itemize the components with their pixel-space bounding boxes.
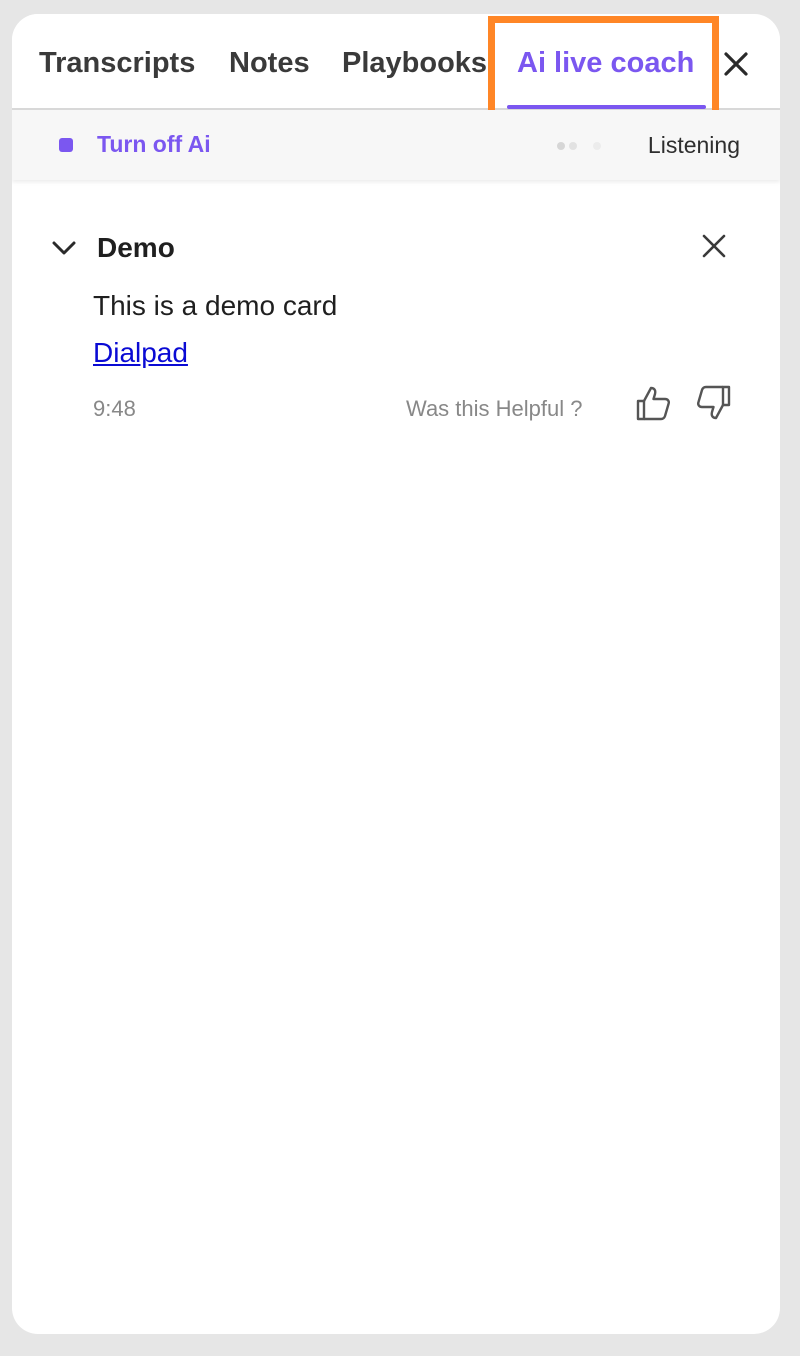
ai-coach-panel: Transcripts Notes Playbooks Ai live coac… — [12, 14, 780, 1334]
chevron-down-icon[interactable] — [50, 234, 78, 262]
tab-transcripts[interactable]: Transcripts — [39, 46, 195, 80]
highlight-box — [488, 16, 719, 118]
listening-dots-icon — [557, 142, 607, 152]
card-body-text: This is a demo card — [93, 290, 338, 321]
thumbs-up-icon[interactable] — [635, 384, 671, 422]
feedback-prompt: Was this Helpful ? — [406, 396, 583, 421]
tab-notes[interactable]: Notes — [229, 46, 310, 80]
stop-icon[interactable] — [59, 138, 73, 152]
card-title: Demo — [97, 232, 175, 263]
card-timestamp: 9:48 — [93, 396, 136, 421]
thumbs-down-icon[interactable] — [696, 384, 732, 422]
tab-bar: Transcripts Notes Playbooks Ai live coac… — [12, 14, 780, 118]
tab-playbooks[interactable]: Playbooks — [342, 46, 487, 80]
card-link[interactable]: Dialpad — [93, 336, 188, 370]
turn-off-ai-button[interactable]: Turn off Ai — [97, 130, 211, 158]
ai-status-bar: Turn off Ai Listening — [12, 110, 780, 180]
close-icon[interactable] — [702, 234, 726, 258]
listening-status: Listening — [647, 132, 740, 158]
close-icon[interactable] — [720, 48, 752, 80]
